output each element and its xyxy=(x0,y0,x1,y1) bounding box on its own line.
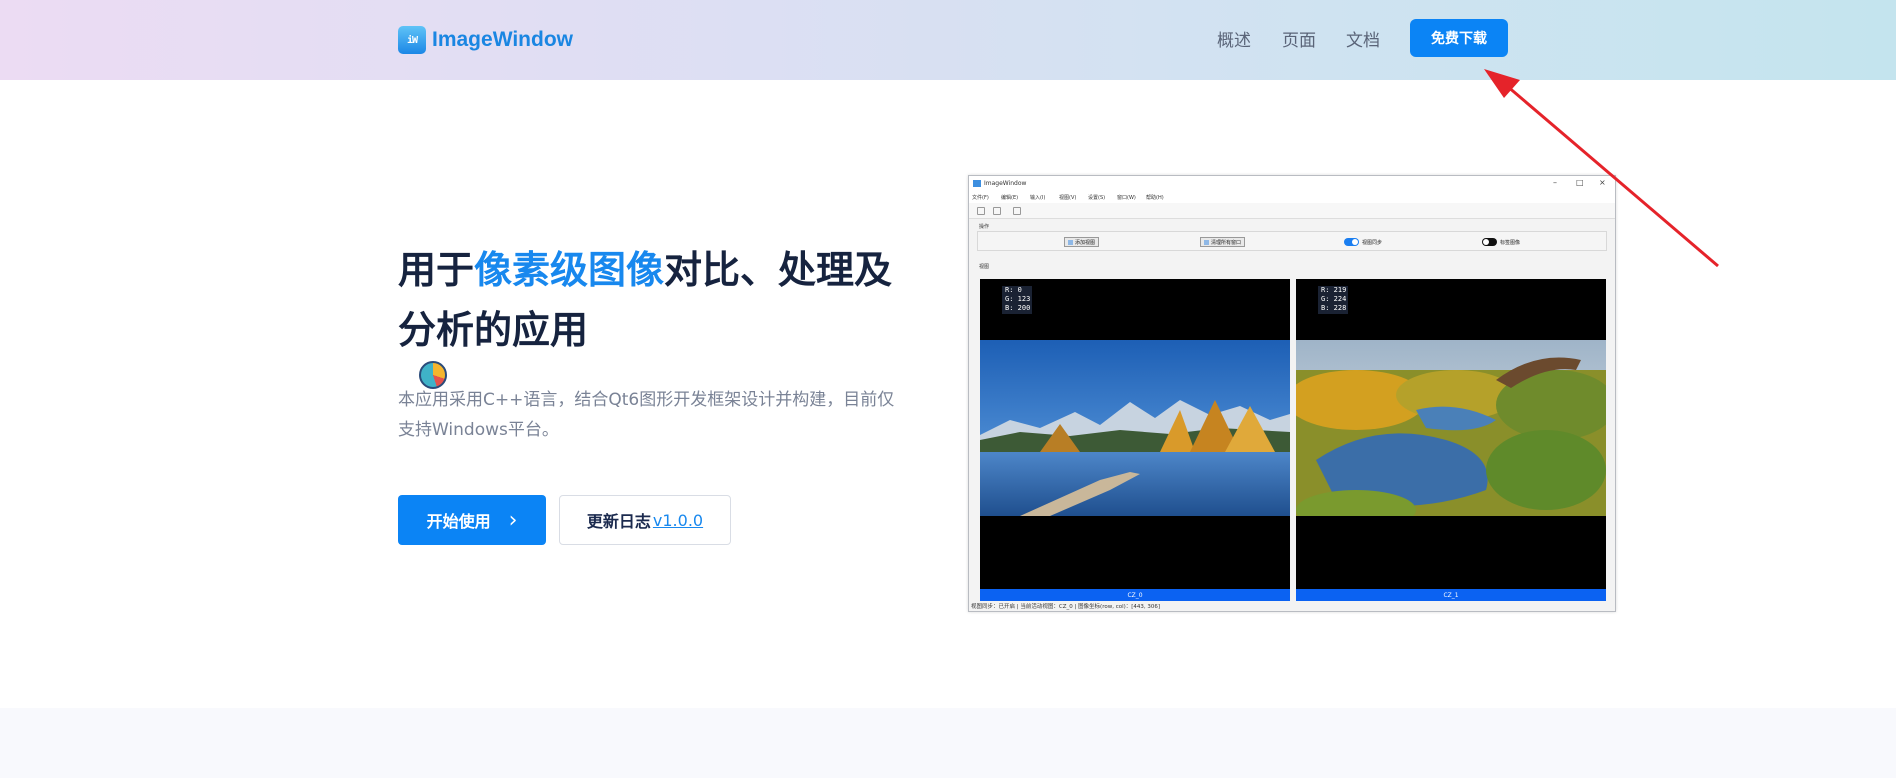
red-annotation-arrow xyxy=(1484,69,1719,268)
